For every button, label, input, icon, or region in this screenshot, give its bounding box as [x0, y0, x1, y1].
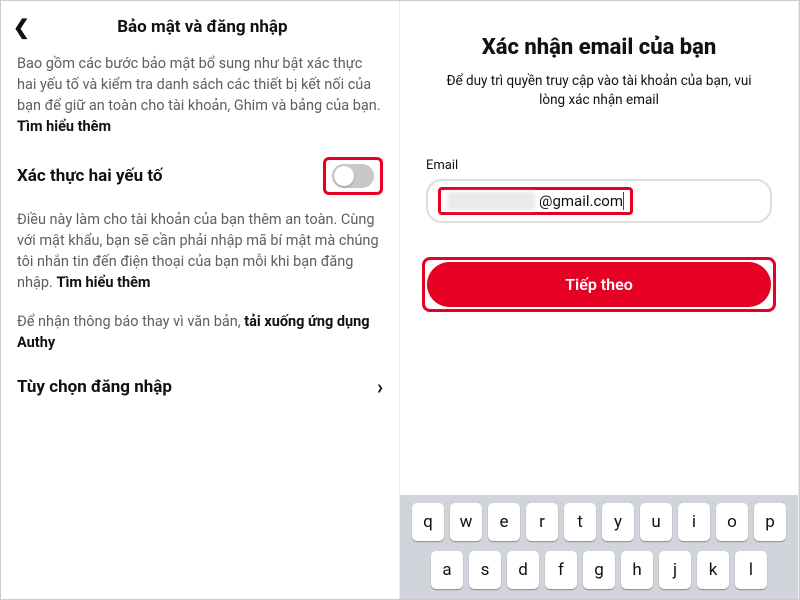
key-t[interactable]: t	[564, 503, 596, 541]
key-d[interactable]: d	[507, 551, 539, 589]
keyboard-row-2: asdfghjkl	[405, 551, 793, 589]
key-e[interactable]: e	[488, 503, 520, 541]
login-options-row[interactable]: Tùy chọn đăng nhập ›	[1, 367, 399, 399]
key-l[interactable]: l	[735, 551, 767, 589]
email-visible-part: @gmail.com	[539, 192, 623, 210]
learn-more-link[interactable]: Tìm hiểu thêm	[17, 118, 111, 135]
key-g[interactable]: g	[583, 551, 615, 589]
email-redacted-part	[447, 192, 535, 210]
key-w[interactable]: w	[450, 503, 482, 541]
page-title: Bảo mật và đăng nhập	[36, 17, 369, 37]
next-button-wrap: Tiếp theo	[400, 223, 798, 312]
key-s[interactable]: s	[469, 551, 501, 589]
key-a[interactable]: a	[431, 551, 463, 589]
two-factor-toggle-highlight	[323, 157, 383, 195]
key-h[interactable]: h	[621, 551, 653, 589]
back-icon[interactable]: ❮	[13, 15, 36, 39]
login-options-label: Tùy chọn đăng nhập	[17, 377, 172, 397]
two-factor-label: Xác thực hai yếu tố	[17, 166, 163, 186]
next-button-highlight: Tiếp theo	[422, 257, 776, 312]
keyboard-row-1: qwertyuiop	[405, 503, 793, 541]
intro-text: Bao gồm các bước bảo mật bổ sung như bật…	[17, 55, 381, 114]
ios-keyboard: qwertyuiop asdfghjkl	[400, 495, 798, 599]
authy-text: Để nhận thông báo thay vì văn bản,	[17, 313, 244, 330]
toggle-knob	[334, 166, 354, 186]
next-button[interactable]: Tiếp theo	[427, 262, 771, 307]
key-q[interactable]: q	[412, 503, 444, 541]
confirm-email-title: Xác nhận email của bạn	[400, 1, 798, 72]
security-settings-screen: ❮ Bảo mật và đăng nhập Bao gồm các bước …	[1, 1, 400, 599]
key-r[interactable]: r	[526, 503, 558, 541]
confirm-email-subtitle: Để duy trì quyền truy cập vào tài khoản …	[400, 72, 798, 158]
key-j[interactable]: j	[659, 551, 691, 589]
email-field-block: Email @gmail.com	[400, 158, 798, 223]
text-caret	[623, 192, 624, 210]
key-u[interactable]: u	[640, 503, 672, 541]
authy-paragraph: Để nhận thông báo thay vì văn bản, tải x…	[1, 307, 399, 367]
key-f[interactable]: f	[545, 551, 577, 589]
two-factor-row: Xác thực hai yếu tố	[1, 151, 399, 205]
key-p[interactable]: p	[754, 503, 786, 541]
key-k[interactable]: k	[697, 551, 729, 589]
key-i[interactable]: i	[678, 503, 710, 541]
email-input[interactable]: @gmail.com	[426, 179, 772, 223]
intro-paragraph: Bao gồm các bước bảo mật bổ sung như bật…	[1, 49, 399, 151]
confirm-email-screen: Xác nhận email của bạn Để duy trì quyền …	[400, 1, 799, 599]
two-factor-desc: Điều này làm cho tài khoản của bạn thêm …	[1, 205, 399, 307]
email-value-highlight: @gmail.com	[438, 187, 633, 215]
header: ❮ Bảo mật và đăng nhập	[1, 1, 399, 49]
learn-more-link-2[interactable]: Tìm hiểu thêm	[56, 274, 150, 291]
key-o[interactable]: o	[716, 503, 748, 541]
two-factor-toggle[interactable]	[332, 164, 374, 188]
email-label: Email	[426, 158, 772, 173]
chevron-right-icon: ›	[377, 375, 383, 399]
key-y[interactable]: y	[602, 503, 634, 541]
